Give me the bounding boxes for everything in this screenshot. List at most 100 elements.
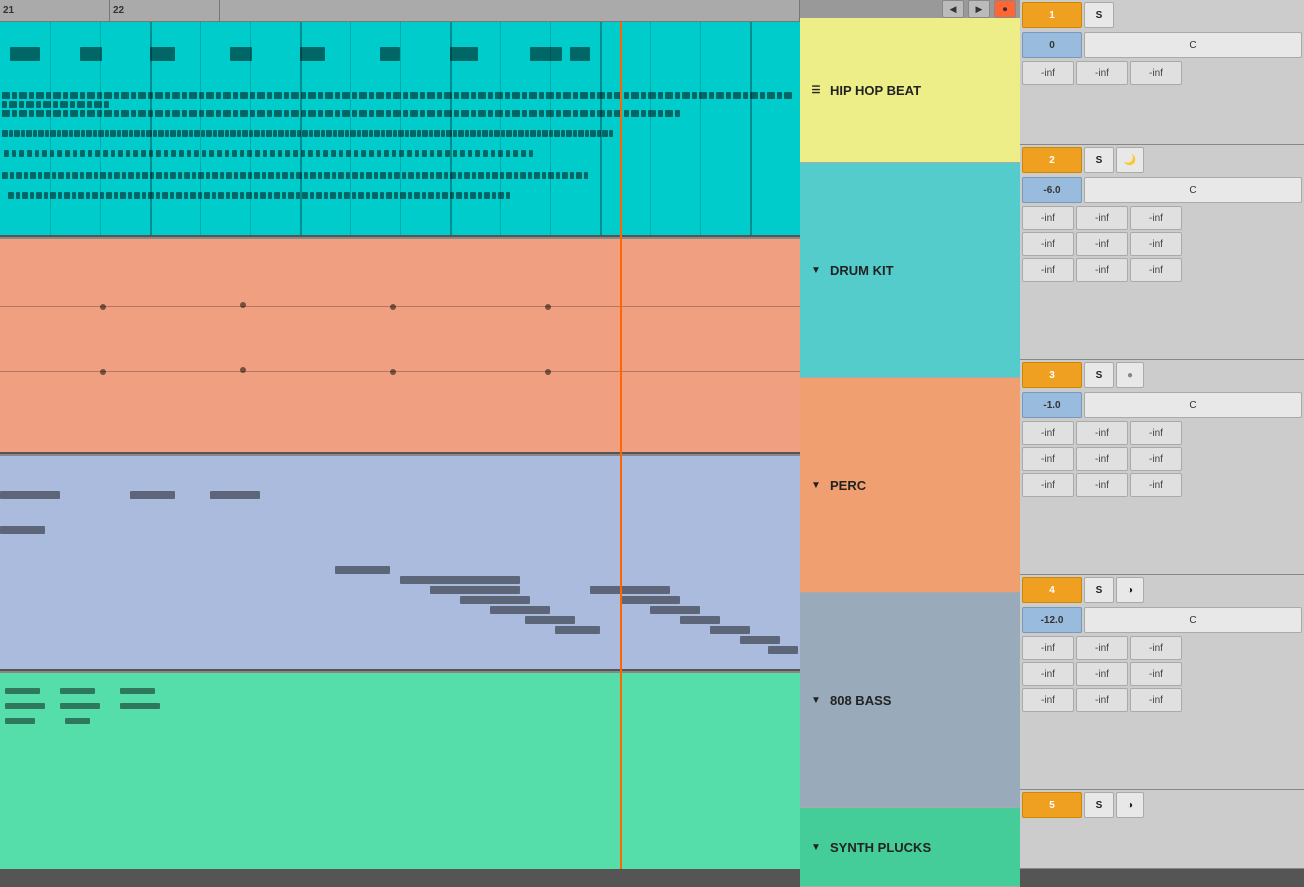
halfmoon-button-808[interactable]: ◑ bbox=[1116, 577, 1144, 603]
inf-btn-h1-1[interactable]: -inf bbox=[1022, 61, 1074, 85]
drum-block bbox=[530, 47, 562, 61]
inf-btn-p1-1[interactable]: -inf bbox=[1022, 421, 1074, 445]
inf-btn-b1-3[interactable]: -inf bbox=[1130, 636, 1182, 660]
ruler-mark-23 bbox=[220, 0, 800, 21]
track-808-arrangement[interactable] bbox=[0, 456, 800, 671]
drum-pattern-row5 bbox=[0, 172, 800, 180]
inf-row-hiphop-1: -inf -inf -inf bbox=[1020, 60, 1304, 86]
track-number-808[interactable]: 4 bbox=[1022, 577, 1082, 603]
c-button-hiphop[interactable]: C bbox=[1084, 32, 1302, 58]
inf-btn-dk3-2[interactable]: -inf bbox=[1076, 258, 1128, 282]
inf-btn-b1-1[interactable]: -inf bbox=[1022, 636, 1074, 660]
track-name-synth[interactable]: ▼ SYNTH PLUCKS bbox=[800, 808, 1020, 887]
inf-btn-p2-2[interactable]: -inf bbox=[1076, 447, 1128, 471]
volume-hiphop[interactable]: 0 bbox=[1022, 32, 1082, 58]
circle-button-perc[interactable]: ● bbox=[1116, 362, 1144, 388]
ctrl-block-synth: 5 S ◑ bbox=[1020, 790, 1304, 869]
inf-btn-p3-2[interactable]: -inf bbox=[1076, 473, 1128, 497]
halfmoon-button-synth[interactable]: ◑ bbox=[1116, 792, 1144, 818]
drum-block bbox=[150, 47, 175, 61]
inf-btn-p3-1[interactable]: -inf bbox=[1022, 473, 1074, 497]
ctrl-row-808-2: -12.0 C bbox=[1020, 605, 1304, 635]
ctrl-row-perc-1: 3 S ● bbox=[1020, 360, 1304, 390]
track-perc-arrangement[interactable] bbox=[0, 239, 800, 454]
track-name-hiphop[interactable]: ☰ HIP HOP BEAT bbox=[800, 18, 1020, 163]
drum-block bbox=[10, 47, 40, 61]
c-button-drumkit[interactable]: C bbox=[1084, 177, 1302, 203]
inf-btn-b3-3[interactable]: -inf bbox=[1130, 688, 1182, 712]
c-button-808[interactable]: C bbox=[1084, 607, 1302, 633]
inf-btn-dk3-3[interactable]: -inf bbox=[1130, 258, 1182, 282]
inf-btn-dk1-3[interactable]: -inf bbox=[1130, 206, 1182, 230]
inf-btn-dk2-2[interactable]: -inf bbox=[1076, 232, 1128, 256]
list-icon: ☰ bbox=[808, 82, 824, 98]
track-name-drumkit[interactable]: ▼ DRUM KIT bbox=[800, 163, 1020, 378]
inf-btn-p1-3[interactable]: -inf bbox=[1130, 421, 1182, 445]
solo-button-hiphop[interactable]: S bbox=[1084, 2, 1114, 28]
drum-pattern-row3 bbox=[0, 130, 800, 138]
drum-block bbox=[450, 47, 478, 61]
nav-forward-button[interactable]: ▶ bbox=[968, 0, 990, 18]
ctrl-row-hiphop-1: 1 S bbox=[1020, 0, 1304, 30]
track-number-drumkit[interactable]: 2 bbox=[1022, 147, 1082, 173]
solo-button-perc[interactable]: S bbox=[1084, 362, 1114, 388]
inf-btn-b2-3[interactable]: -inf bbox=[1130, 662, 1182, 686]
ctrl-row-hiphop-2: 0 C bbox=[1020, 30, 1304, 60]
volume-perc[interactable]: -1.0 bbox=[1022, 392, 1082, 418]
top-controls: ◀ ▶ ⏺ bbox=[800, 0, 1020, 18]
track-label-808: 808 BASS bbox=[830, 693, 891, 708]
inf-row-drumkit-3: -inf -inf -inf bbox=[1020, 257, 1304, 283]
nav-record-button[interactable]: ⏺ bbox=[994, 0, 1016, 18]
track-name-808[interactable]: ▼ 808 BASS bbox=[800, 593, 1020, 808]
ruler-mark-22: 22 bbox=[110, 0, 220, 21]
c-button-perc[interactable]: C bbox=[1084, 392, 1302, 418]
drum-block bbox=[230, 47, 252, 61]
ctrl-row-drumkit-2: -6.0 C bbox=[1020, 175, 1304, 205]
drum-block bbox=[570, 47, 590, 61]
inf-btn-p3-3[interactable]: -inf bbox=[1130, 473, 1182, 497]
arrangement-area: 21 22 bbox=[0, 0, 800, 869]
inf-btn-dk1-2[interactable]: -inf bbox=[1076, 206, 1128, 230]
inf-btn-h1-3[interactable]: -inf bbox=[1130, 61, 1182, 85]
inf-row-drumkit-2: -inf -inf -inf bbox=[1020, 231, 1304, 257]
solo-button-808[interactable]: S bbox=[1084, 577, 1114, 603]
inf-btn-b2-1[interactable]: -inf bbox=[1022, 662, 1074, 686]
inf-btn-b3-2[interactable]: -inf bbox=[1076, 688, 1128, 712]
solo-button-synth[interactable]: S bbox=[1084, 792, 1114, 818]
inf-row-808-2: -inf -inf -inf bbox=[1020, 661, 1304, 687]
volume-808[interactable]: -12.0 bbox=[1022, 607, 1082, 633]
track-synth-arrangement[interactable] bbox=[0, 673, 800, 869]
inf-btn-p2-3[interactable]: -inf bbox=[1130, 447, 1182, 471]
inf-btn-dk2-1[interactable]: -inf bbox=[1022, 232, 1074, 256]
inf-row-perc-3: -inf -inf -inf bbox=[1020, 472, 1304, 498]
inf-btn-p2-1[interactable]: -inf bbox=[1022, 447, 1074, 471]
track-number-synth[interactable]: 5 bbox=[1022, 792, 1082, 818]
nav-back-button[interactable]: ◀ bbox=[942, 0, 964, 18]
ctrl-block-808: 4 S ◑ -12.0 C -inf -inf -inf -inf -inf -… bbox=[1020, 575, 1304, 790]
drum-pattern-row bbox=[0, 92, 800, 100]
waveform-line1 bbox=[0, 306, 800, 307]
track-label-drumkit: DRUM KIT bbox=[830, 263, 894, 278]
ctrl-row-808-1: 4 S ◑ bbox=[1020, 575, 1304, 605]
solo-button-drumkit[interactable]: S bbox=[1084, 147, 1114, 173]
track-number-perc[interactable]: 3 bbox=[1022, 362, 1082, 388]
track-number-hiphop[interactable]: 1 bbox=[1022, 2, 1082, 28]
inf-row-808-1: -inf -inf -inf bbox=[1020, 635, 1304, 661]
inf-btn-b3-1[interactable]: -inf bbox=[1022, 688, 1074, 712]
ctrl-block-perc: 3 S ● -1.0 C -inf -inf -inf -inf -inf -i… bbox=[1020, 360, 1304, 575]
track-name-perc[interactable]: ▼ PERC bbox=[800, 378, 1020, 593]
inf-btn-dk2-3[interactable]: -inf bbox=[1130, 232, 1182, 256]
inf-btn-b1-2[interactable]: -inf bbox=[1076, 636, 1128, 660]
track-label-hiphop: HIP HOP BEAT bbox=[830, 83, 921, 98]
moon-button-drumkit[interactable]: 🌙 bbox=[1116, 147, 1144, 173]
track-drum-kit-arrangement[interactable] bbox=[0, 22, 800, 237]
playhead bbox=[620, 22, 622, 869]
volume-drumkit[interactable]: -6.0 bbox=[1022, 177, 1082, 203]
inf-btn-h1-2[interactable]: -inf bbox=[1076, 61, 1128, 85]
inf-btn-dk1-1[interactable]: -inf bbox=[1022, 206, 1074, 230]
inf-btn-dk3-1[interactable]: -inf bbox=[1022, 258, 1074, 282]
inf-btn-p1-2[interactable]: -inf bbox=[1076, 421, 1128, 445]
drum-pattern-row4 bbox=[0, 150, 800, 158]
inf-btn-b2-2[interactable]: -inf bbox=[1076, 662, 1128, 686]
track-controls-column: 1 S 0 C -inf -inf -inf 2 S 🌙 bbox=[1020, 0, 1304, 869]
